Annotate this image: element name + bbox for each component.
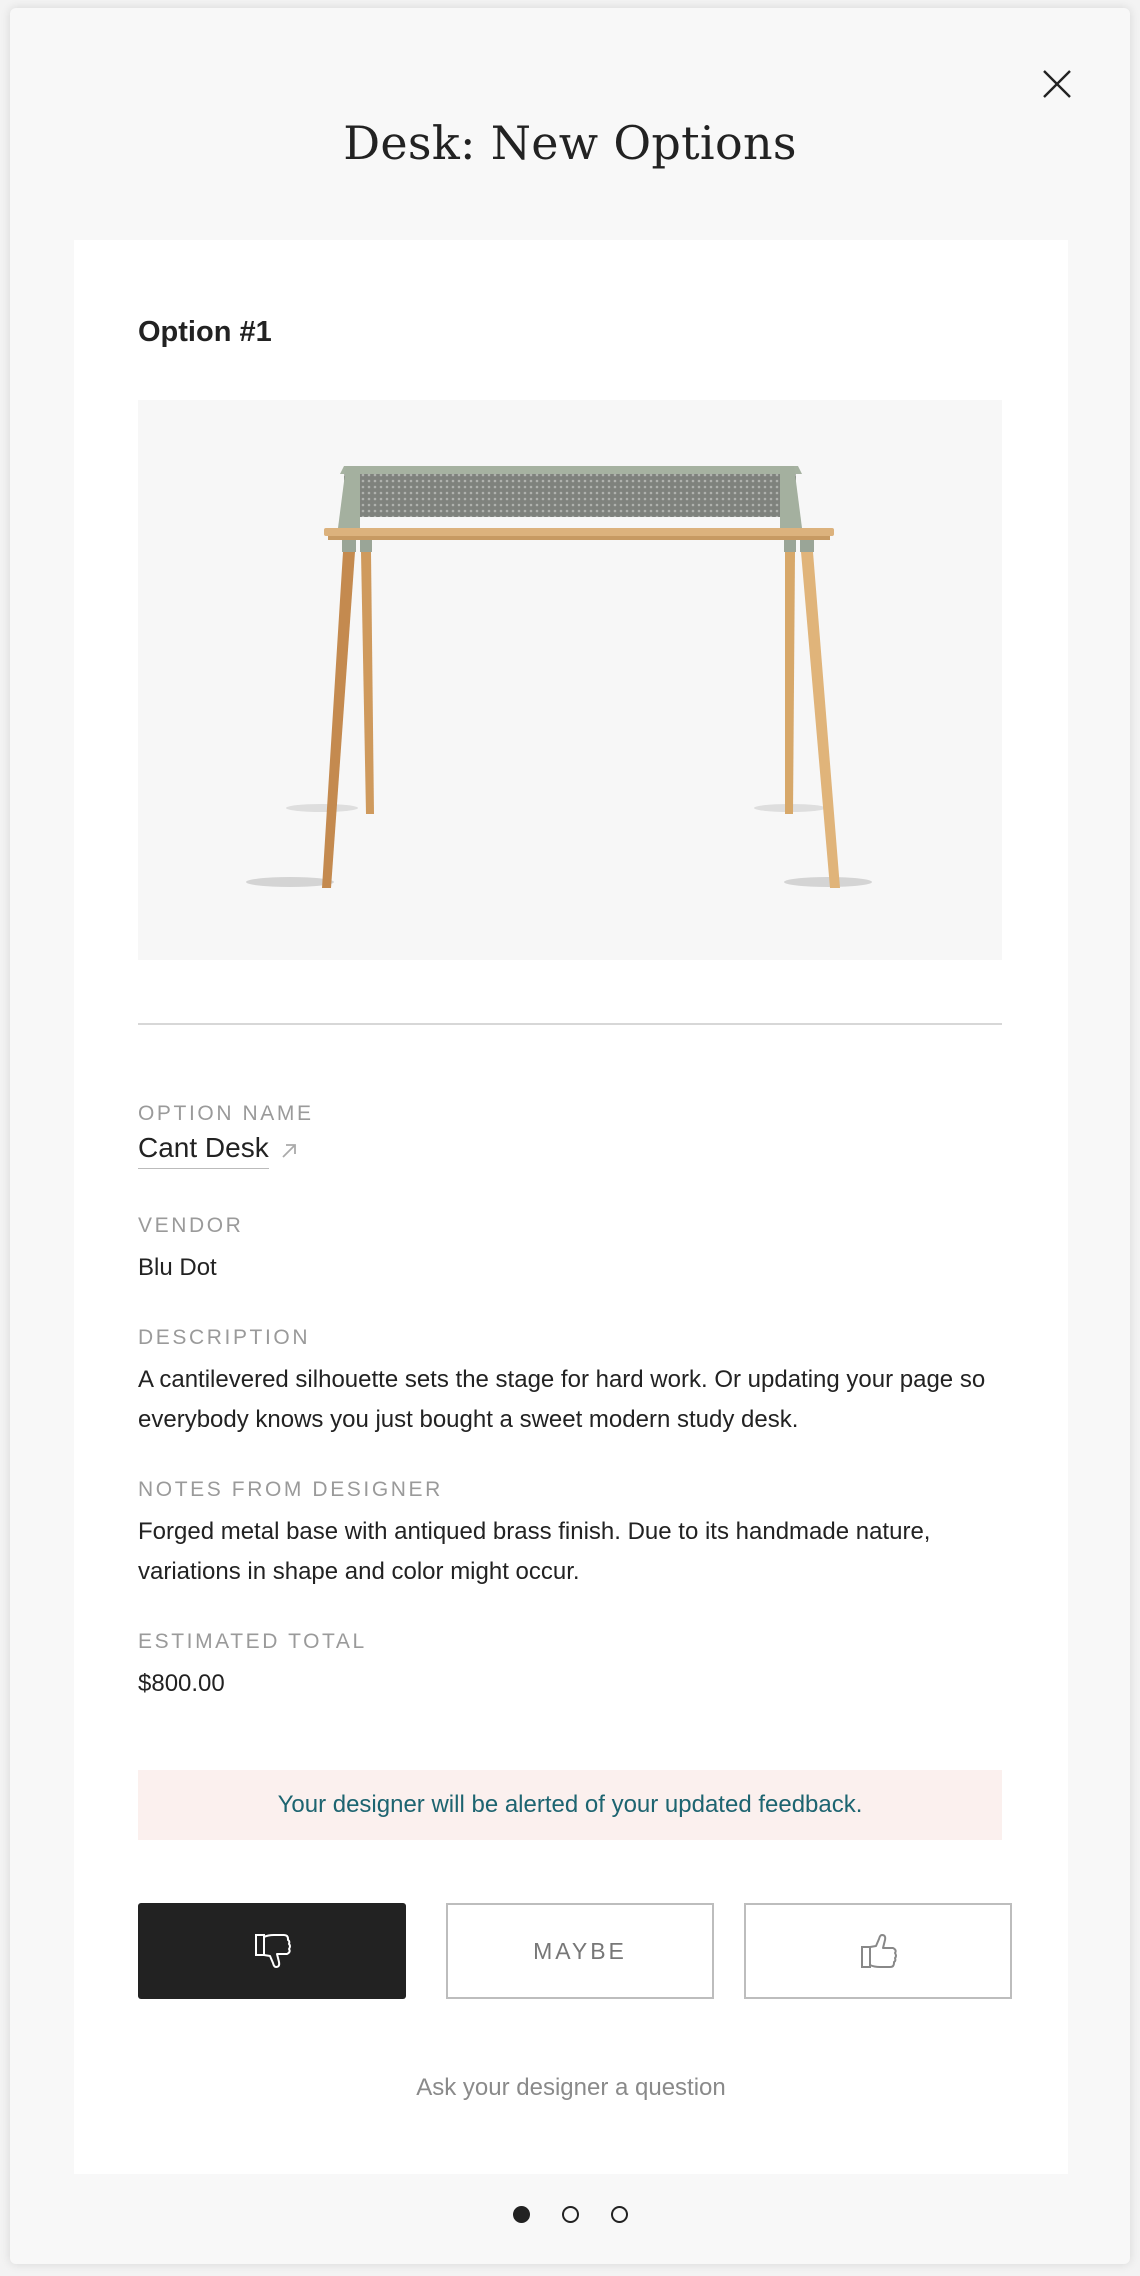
option-card: Option #1 OPTION NAME Cant Desk VENDOR B… bbox=[74, 240, 1068, 2174]
ask-designer-link[interactable]: Ask your designer a question bbox=[74, 2074, 1068, 2102]
dislike-button[interactable] bbox=[138, 1903, 406, 1999]
designer-notes-label: NOTES FROM DESIGNER bbox=[138, 1478, 443, 1501]
options-modal: Desk: New Options Option #1 OPTION NAME … bbox=[10, 8, 1130, 2264]
close-button[interactable] bbox=[1033, 60, 1081, 108]
product-image bbox=[138, 400, 1002, 960]
divider bbox=[138, 1023, 1002, 1025]
maybe-button[interactable]: MAYBE bbox=[446, 1903, 714, 1999]
external-link-icon[interactable] bbox=[281, 1143, 297, 1159]
page-dot-3[interactable] bbox=[610, 2206, 628, 2223]
option-name-label: OPTION NAME bbox=[138, 1102, 314, 1125]
vendor-label: VENDOR bbox=[138, 1214, 244, 1237]
vendor-field: VENDOR Blu Dot bbox=[138, 1214, 1002, 1288]
vendor-value: Blu Dot bbox=[138, 1254, 217, 1281]
option-name-field: OPTION NAME Cant Desk bbox=[138, 1102, 1002, 1169]
page-dot-1[interactable] bbox=[512, 2206, 530, 2223]
estimated-total-field: ESTIMATED TOTAL $800.00 bbox=[138, 1630, 1002, 1704]
description-field: DESCRIPTION A cantilevered silhouette se… bbox=[138, 1326, 1002, 1440]
feedback-alert: Your designer will be alerted of your up… bbox=[138, 1770, 1002, 1840]
page-dot-2[interactable] bbox=[561, 2206, 579, 2223]
designer-notes-field: NOTES FROM DESIGNER Forged metal base wi… bbox=[138, 1478, 1002, 1592]
description-label: DESCRIPTION bbox=[138, 1326, 311, 1349]
estimated-total-value: $800.00 bbox=[138, 1670, 225, 1697]
close-icon bbox=[1043, 70, 1071, 98]
option-name-link[interactable]: Cant Desk bbox=[138, 1132, 269, 1169]
desk-illustration bbox=[246, 466, 872, 888]
option-heading: Option #1 bbox=[138, 316, 272, 348]
like-button[interactable] bbox=[744, 1903, 1012, 1999]
pagination-dots bbox=[10, 2206, 1130, 2223]
estimated-total-label: ESTIMATED TOTAL bbox=[138, 1630, 367, 1653]
thumbs-down-icon bbox=[255, 1934, 291, 1968]
designer-notes-value: Forged metal base with antiqued brass fi… bbox=[138, 1518, 931, 1585]
description-value: A cantilevered silhouette sets the stage… bbox=[138, 1366, 986, 1433]
thumbs-up-icon bbox=[861, 1934, 897, 1968]
modal-title: Desk: New Options bbox=[343, 116, 797, 170]
